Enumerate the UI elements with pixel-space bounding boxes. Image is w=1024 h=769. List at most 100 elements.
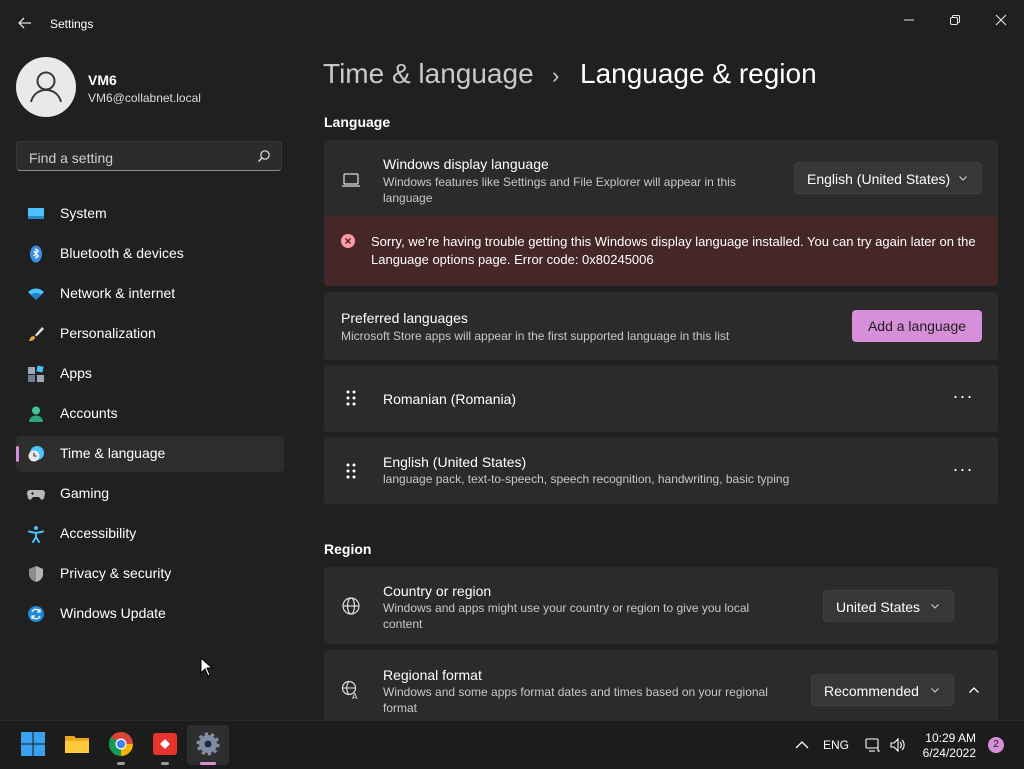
back-arrow-icon[interactable] <box>16 14 34 32</box>
display-language-card: Windows display language Windows feature… <box>324 140 998 216</box>
network-icon[interactable] <box>865 737 881 753</box>
sidebar-item-accounts[interactable]: Accounts <box>16 396 284 432</box>
country-region-card: Country or region Windows and apps might… <box>324 567 998 644</box>
country-region-subtitle: Windows and apps might use your country … <box>383 601 750 631</box>
language-name: Romanian (Romania) <box>383 391 517 407</box>
country-region-title: Country or region <box>383 583 492 599</box>
error-message: Sorry, we’re having trouble getting this… <box>371 234 976 267</box>
regional-format-subtitle: Windows and some apps format dates and t… <box>383 685 768 715</box>
shield-icon <box>29 566 43 582</box>
person-icon <box>30 71 62 103</box>
active-indicator <box>200 762 216 765</box>
clock[interactable]: 10:29 AM 6/24/2022 <box>923 731 976 761</box>
mouse-cursor-icon <box>200 657 213 677</box>
sidebar-item-bluetooth-devices[interactable]: Bluetooth & devices <box>16 236 284 272</box>
language-name: English (United States) <box>383 454 527 470</box>
sidebar-item-network-internet[interactable]: Network & internet <box>16 276 284 312</box>
chevron-up-icon[interactable] <box>967 683 981 697</box>
system-icon <box>28 208 44 219</box>
taskbar: ENG 10:29 AM 6/24/2022 2 <box>0 720 1024 769</box>
close-icon <box>995 14 1007 26</box>
regional-format-value: Recommended <box>824 683 919 699</box>
regional-format-title: Regional format <box>383 667 482 683</box>
settings-icon[interactable] <box>195 731 221 757</box>
chevron-down-icon <box>959 176 967 181</box>
gamepad-icon <box>27 490 45 500</box>
display-language-dropdown[interactable]: English (United States) <box>794 162 982 194</box>
sidebar-item-time-language[interactable]: Time & language <box>16 436 284 472</box>
volume-icon[interactable] <box>889 737 907 753</box>
breadcrumb-separator: › <box>552 63 560 88</box>
clock-date: 6/24/2022 <box>922 746 976 760</box>
display-language-value: English (United States) <box>807 171 951 187</box>
error-icon <box>341 234 355 248</box>
notification-badge[interactable]: 2 <box>988 737 1004 753</box>
chevron-up-icon[interactable] <box>795 739 809 751</box>
country-region-value: United States <box>836 599 921 615</box>
section-heading-region: Region <box>324 541 372 557</box>
language-item-english[interactable]: English (United States) language pack, t… <box>324 437 998 504</box>
selection-indicator <box>16 446 19 462</box>
start-icon[interactable] <box>20 731 46 757</box>
update-icon <box>28 606 44 622</box>
running-indicator <box>117 762 125 765</box>
laptop-icon <box>342 173 360 187</box>
accessibility-icon <box>28 526 44 543</box>
display-language-subtitle: Windows features like Settings and File … <box>383 175 736 205</box>
brush-icon <box>29 327 44 341</box>
regional-format-card[interactable]: A Regional format Windows and some apps … <box>324 650 998 720</box>
more-options-button[interactable]: ··· <box>950 460 976 482</box>
minimize-button[interactable] <box>886 6 932 36</box>
maximize-button[interactable] <box>932 6 978 36</box>
sidebar-item-system[interactable]: System <box>16 196 284 232</box>
drag-handle-icon[interactable] <box>345 390 357 406</box>
title-bar: Settings <box>0 0 1024 48</box>
close-button[interactable] <box>978 6 1024 36</box>
sidebar-item-label: System <box>60 205 107 221</box>
more-options-button[interactable]: ··· <box>950 387 976 409</box>
breadcrumb-parent[interactable]: Time & language <box>323 58 534 90</box>
remote-app-icon[interactable] <box>152 731 178 757</box>
svg-text:A: A <box>352 692 358 700</box>
sidebar-item-label: Windows Update <box>60 605 166 621</box>
sidebar-item-accessibility[interactable]: Accessibility <box>16 516 284 552</box>
sidebar-item-label: Accounts <box>60 405 118 421</box>
sidebar-item-label: Network & internet <box>60 285 176 301</box>
country-region-dropdown[interactable]: United States <box>823 590 954 622</box>
sidebar-item-label: Bluetooth & devices <box>60 245 184 261</box>
chrome-icon[interactable] <box>108 731 134 757</box>
avatar[interactable] <box>16 57 76 117</box>
sidebar-item-gaming[interactable]: Gaming <box>16 476 284 512</box>
preferred-languages-subtitle: Microsoft Store apps will appear in the … <box>341 329 730 343</box>
regional-format-dropdown[interactable]: Recommended <box>811 674 954 706</box>
user-email: VM6@collabnet.local <box>88 91 201 105</box>
sidebar-item-privacy-security[interactable]: Privacy & security <box>16 556 284 592</box>
drag-handle-icon[interactable] <box>345 463 357 479</box>
sidebar-item-windows-update[interactable]: Windows Update <box>16 596 284 632</box>
running-indicator <box>161 762 169 765</box>
search-input[interactable] <box>27 147 251 169</box>
add-language-button[interactable]: Add a language <box>852 310 982 342</box>
sidebar-item-apps[interactable]: Apps <box>16 356 284 392</box>
section-heading-language: Language <box>324 114 391 130</box>
sidebar-item-personalization[interactable]: Personalization <box>16 316 284 352</box>
file-explorer-icon[interactable] <box>64 731 90 757</box>
preferred-languages-card: Preferred languages Microsoft Store apps… <box>324 292 998 360</box>
error-banner: Sorry, we’re having trouble getting this… <box>324 216 998 286</box>
language-features: language pack, text-to-speech, speech re… <box>383 472 790 486</box>
search-box[interactable] <box>16 141 282 171</box>
input-language-indicator[interactable]: ENG <box>823 738 849 752</box>
globe-icon <box>342 597 360 615</box>
accounts-icon <box>29 406 43 422</box>
display-language-title: Windows display language <box>383 156 549 172</box>
clock-globe-icon <box>28 446 44 462</box>
apps-icon <box>28 365 44 382</box>
chevron-down-icon <box>931 688 939 693</box>
chevron-down-icon <box>931 604 939 609</box>
app-title: Settings <box>50 17 94 31</box>
search-icon[interactable] <box>257 149 271 163</box>
language-item-romanian[interactable]: Romanian (Romania) ··· <box>324 365 998 432</box>
wifi-icon <box>28 288 44 300</box>
bluetooth-icon <box>30 245 42 263</box>
sidebar-item-label: Accessibility <box>60 525 137 541</box>
